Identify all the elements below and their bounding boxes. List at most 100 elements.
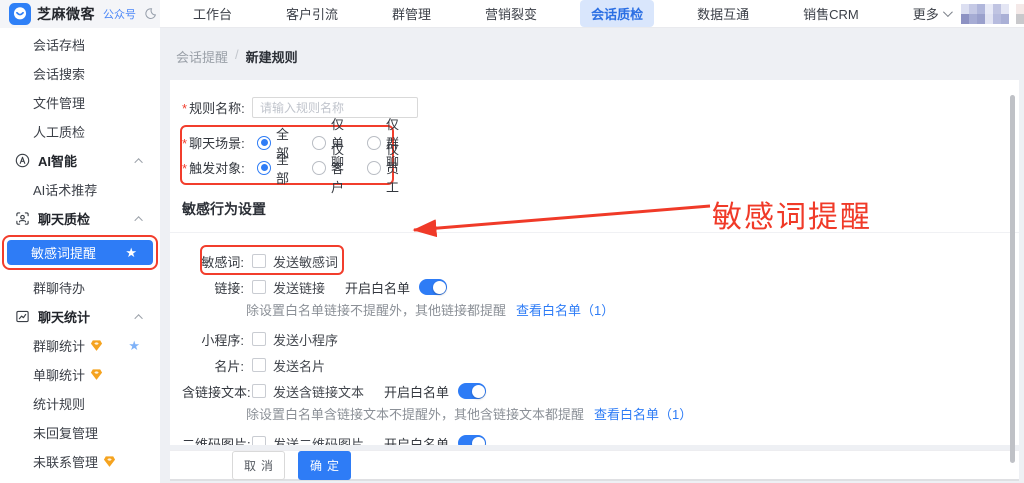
whitelist-toggle-on[interactable] bbox=[458, 435, 486, 445]
checkbox-unchecked[interactable] bbox=[252, 358, 266, 372]
form-footer: 取消 确定 bbox=[170, 450, 1019, 481]
nav-item-8[interactable]: 更多 bbox=[902, 0, 961, 27]
sidebar-section-聊天统计[interactable]: 聊天统计 bbox=[0, 302, 160, 331]
trigger-target-label: *触发对象: bbox=[182, 158, 244, 177]
behavior-row-名片: 名片:发送名片 bbox=[182, 352, 1019, 378]
nav-item-6[interactable]: 数据互通 bbox=[686, 0, 760, 27]
sidebar-item-统计规则[interactable]: 统计规则 bbox=[0, 389, 160, 418]
whitelist-label: 开启白名单 bbox=[345, 278, 410, 297]
rule-name-label: *规则名称: bbox=[182, 98, 244, 117]
breadcrumb-parent[interactable]: 会话提醒 bbox=[176, 47, 228, 66]
nav-item-1[interactable]: 工作台 bbox=[182, 0, 243, 27]
nav-item-label: 更多 bbox=[913, 4, 939, 23]
mosaic-block bbox=[961, 14, 969, 24]
sidebar-item-单聊统计[interactable]: 单聊统计 bbox=[0, 360, 160, 389]
mosaic-block bbox=[985, 4, 993, 14]
favorite-star-icon[interactable]: ★ bbox=[128, 339, 140, 352]
collapse-caret-icon[interactable] bbox=[134, 216, 142, 224]
radio-label: 全部 bbox=[276, 149, 289, 187]
radio-selected[interactable] bbox=[257, 161, 271, 175]
trigger-target-option-仅员工[interactable]: 仅员工 bbox=[362, 139, 399, 196]
behavior-label: 二维码图片: bbox=[182, 434, 244, 446]
sidebar-item-文件管理[interactable]: 文件管理 bbox=[0, 88, 160, 117]
confirm-button[interactable]: 确定 bbox=[298, 451, 351, 480]
nav-item-label: 会话质检 bbox=[591, 4, 643, 23]
behavior-label: 敏感词: bbox=[182, 252, 244, 271]
radio-selected[interactable] bbox=[257, 136, 271, 150]
trigger-target-option-仅客户[interactable]: 仅客户 bbox=[307, 139, 344, 196]
sidebar-item-群聊待办[interactable]: 群聊待办 bbox=[0, 273, 160, 302]
radio-unselected[interactable] bbox=[367, 136, 381, 150]
nav-item-5[interactable]: 会话质检 bbox=[580, 0, 654, 27]
more-chevron-down-icon bbox=[943, 7, 953, 17]
vertical-scrollbar-thumb[interactable] bbox=[1010, 95, 1015, 463]
checkbox-unchecked[interactable] bbox=[252, 280, 266, 294]
collapse-caret-icon[interactable] bbox=[134, 158, 142, 166]
brand-zone: 芝麻微客 公众号 bbox=[0, 0, 160, 28]
radio-unselected[interactable] bbox=[312, 161, 326, 175]
behavior-label: 小程序: bbox=[182, 330, 244, 349]
whitelist-note: 除设置白名单链接不提醒外，其他链接都提醒查看白名单（1） bbox=[246, 300, 1019, 319]
checkbox-label: 发送名片 bbox=[273, 356, 325, 375]
sidebar-item-会话搜索[interactable]: 会话搜索 bbox=[0, 59, 160, 88]
sidebar: 会话存档会话搜索文件管理人工质检AI智能 AI话术推荐聊天质检敏感词提醒★ 群聊待办… bbox=[0, 28, 160, 483]
cancel-button[interactable]: 取消 bbox=[232, 451, 285, 480]
behavior-label: 含链接文本: bbox=[182, 382, 244, 401]
whitelist-toggle-on[interactable] bbox=[458, 383, 486, 399]
checkbox-unchecked[interactable] bbox=[252, 332, 266, 346]
mosaic-block bbox=[977, 4, 985, 14]
checkbox-unchecked[interactable] bbox=[252, 384, 266, 398]
trigger-target-option-全部[interactable]: 全部 bbox=[252, 139, 289, 196]
nav-item-4[interactable]: 营销裂变 bbox=[474, 0, 548, 27]
sidebar-item-未联系管理[interactable]: 未联系管理 bbox=[0, 447, 160, 476]
whitelist-toggle-on[interactable] bbox=[419, 279, 447, 295]
avatar-blurred bbox=[961, 4, 1009, 24]
checkbox-label: 发送敏感词 bbox=[273, 252, 338, 271]
radio-unselected[interactable] bbox=[312, 136, 326, 150]
sidebar-item-未回复管理[interactable]: 未回复管理 bbox=[0, 418, 160, 447]
checkbox-unchecked[interactable] bbox=[252, 254, 266, 268]
whitelist-control: 开启白名单 bbox=[384, 382, 486, 401]
sidebar-item-敏感词提醒[interactable]: 敏感词提醒★ bbox=[7, 240, 153, 265]
vip-gem-icon bbox=[85, 339, 103, 352]
sidebar-section-聊天质检[interactable]: 聊天质检 bbox=[0, 204, 160, 233]
checkbox-label: 发送二维码图片 bbox=[273, 434, 364, 446]
nav-item-2[interactable]: 客户引流 bbox=[275, 0, 349, 27]
nav-item-7[interactable]: 销售CRM bbox=[792, 0, 870, 27]
sidebar-item-人工质检[interactable]: 人工质检 bbox=[0, 117, 160, 146]
mosaic-block bbox=[1001, 14, 1009, 24]
nav-item-label: 数据互通 bbox=[697, 4, 749, 23]
official-account-badge: 公众号 bbox=[103, 6, 136, 22]
note-text: 除设置白名单含链接文本不提醒外，其他含链接文本都提醒 bbox=[246, 404, 584, 423]
whitelist-label: 开启白名单 bbox=[384, 382, 449, 401]
checkbox-unchecked[interactable] bbox=[252, 436, 266, 445]
nav-item-label: 客户引流 bbox=[286, 4, 338, 23]
mosaic-block bbox=[1001, 4, 1009, 14]
sidebar-item-label: AI话术推荐 bbox=[33, 180, 97, 199]
ai-icon bbox=[15, 153, 30, 168]
vip-gem-icon bbox=[98, 455, 116, 468]
sidebar-item-会话存档[interactable]: 会话存档 bbox=[0, 30, 160, 59]
breadcrumb-current: 新建规则 bbox=[246, 47, 298, 66]
account-area[interactable] bbox=[961, 4, 1024, 24]
sidebar-item-AI话术推荐[interactable]: AI话术推荐 bbox=[0, 175, 160, 204]
mosaic-block bbox=[977, 14, 985, 24]
sidebar-item-群聊统计[interactable]: 群聊统计★ bbox=[0, 331, 160, 360]
stats-board-icon bbox=[15, 309, 30, 324]
mosaic-block bbox=[993, 4, 1001, 14]
mosaic-block bbox=[993, 14, 1001, 24]
favorite-star-icon[interactable]: ★ bbox=[125, 246, 137, 259]
view-whitelist-link[interactable]: 查看白名单（1） bbox=[594, 404, 692, 423]
sidebar-item-label: 聊天质检 bbox=[38, 209, 90, 228]
sidebar-section-AI智能[interactable]: AI智能 bbox=[0, 146, 160, 175]
radio-unselected[interactable] bbox=[367, 161, 381, 175]
nav-item-3[interactable]: 群管理 bbox=[381, 0, 442, 27]
checkbox-label: 发送小程序 bbox=[273, 330, 338, 349]
mosaic-block bbox=[1016, 14, 1024, 24]
dark-mode-moon-icon[interactable] bbox=[144, 7, 157, 20]
view-whitelist-link[interactable]: 查看白名单（1） bbox=[516, 300, 614, 319]
collapse-caret-icon[interactable] bbox=[134, 314, 142, 322]
whitelist-control: 开启白名单 bbox=[384, 434, 486, 446]
breadcrumb: 会话提醒 / 新建规则 bbox=[176, 47, 298, 66]
nav-item-label: 销售CRM bbox=[803, 4, 859, 23]
